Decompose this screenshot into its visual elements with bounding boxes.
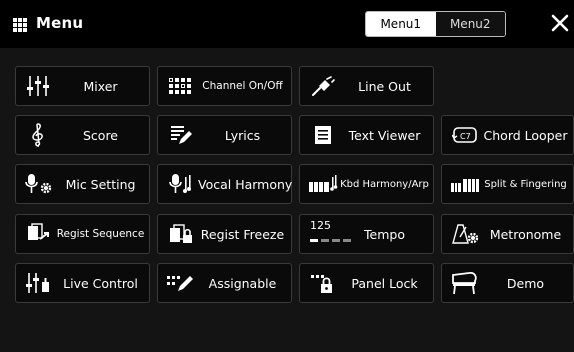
panel-lock-label: Panel Lock — [351, 275, 418, 291]
channel-on-off-label: Channel On/Off — [202, 80, 283, 92]
mic-setting-button[interactable]: Mic Setting — [15, 164, 150, 204]
mixer-icon — [22, 74, 56, 98]
channel-grid-icon — [164, 74, 198, 98]
piano-demo-icon — [448, 271, 482, 295]
channel-on-off-button[interactable]: Channel On/Off — [157, 66, 292, 106]
line-out-icon — [306, 74, 340, 98]
text-viewer-button[interactable]: Text Viewer — [299, 115, 434, 155]
panel-lock-button[interactable]: Panel Lock — [299, 263, 434, 303]
title-bar: Menu Menu1 Menu2 — [0, 0, 574, 48]
lyrics-button[interactable]: Lyrics — [157, 115, 292, 155]
split-fingering-button[interactable]: Split & Fingering — [441, 164, 574, 204]
mixer-button[interactable]: Mixer — [15, 66, 150, 106]
document-icon — [306, 123, 340, 147]
regist-freeze-icon — [164, 222, 198, 246]
split-fingering-label: Split & Fingering — [484, 178, 567, 190]
line-out-button[interactable]: Line Out — [299, 66, 434, 106]
vocal-harmony-button[interactable]: Vocal Harmony — [157, 164, 292, 204]
treble-clef-icon — [22, 123, 56, 147]
page-title: Menu — [36, 14, 84, 32]
regist-sequence-label: Regist Sequence — [56, 228, 145, 240]
score-label: Score — [82, 127, 118, 143]
score-button[interactable]: Score — [15, 115, 150, 155]
mic-setting-label: Mic Setting — [65, 176, 136, 192]
mic-harmony-icon — [164, 172, 198, 196]
tempo-icon — [310, 239, 351, 242]
tempo-button[interactable]: 125 Tempo — [299, 214, 434, 254]
regist-sequence-icon — [22, 222, 56, 246]
vocal-harmony-label: Vocal Harmony — [198, 176, 293, 192]
menu-tab-switch: Menu1 Menu2 — [365, 11, 506, 37]
metronome-gear-icon — [448, 222, 482, 246]
tab-menu2[interactable]: Menu2 — [435, 12, 505, 36]
regist-freeze-label: Regist Freeze — [200, 226, 285, 242]
kbd-harmony-arp-label: Kbd Harmony/Arp — [340, 178, 429, 190]
tempo-value: 125 — [310, 219, 331, 232]
live-control-label: Live Control — [63, 275, 138, 291]
regist-freeze-button[interactable]: Regist Freeze — [157, 214, 292, 254]
metronome-label: Metronome — [489, 226, 562, 242]
lyrics-label: Lyrics — [224, 127, 261, 143]
keyboard-split-icon — [448, 172, 482, 196]
chord-looper-label: Chord Looper — [483, 127, 568, 143]
live-control-icon — [22, 271, 56, 295]
keyboard-harmony-icon — [306, 172, 340, 196]
tab-menu1[interactable]: Menu1 — [366, 12, 436, 36]
assignable-icon — [164, 271, 198, 295]
svg-text:C7: C7 — [460, 132, 471, 141]
chord-looper-button[interactable]: C7 Chord Looper — [441, 115, 574, 155]
text-viewer-label: Text Viewer — [348, 127, 421, 143]
line-out-label: Line Out — [358, 78, 411, 94]
assignable-button[interactable]: Assignable — [157, 263, 292, 303]
panel-lock-icon — [306, 271, 340, 295]
mixer-label: Mixer — [83, 78, 118, 94]
lyrics-pen-icon — [164, 123, 198, 147]
metronome-button[interactable]: Metronome — [441, 214, 574, 254]
menu-grid-icon — [13, 18, 27, 32]
demo-button[interactable]: Demo — [441, 263, 574, 303]
mic-gear-icon — [22, 172, 56, 196]
live-control-button[interactable]: Live Control — [15, 263, 150, 303]
chord-loop-icon: C7 — [448, 123, 482, 147]
regist-sequence-button[interactable]: Regist Sequence — [15, 214, 150, 254]
assignable-label: Assignable — [208, 275, 277, 291]
kbd-harmony-arp-button[interactable]: Kbd Harmony/Arp — [299, 164, 434, 204]
demo-label: Demo — [506, 275, 545, 291]
close-icon[interactable] — [550, 13, 570, 33]
